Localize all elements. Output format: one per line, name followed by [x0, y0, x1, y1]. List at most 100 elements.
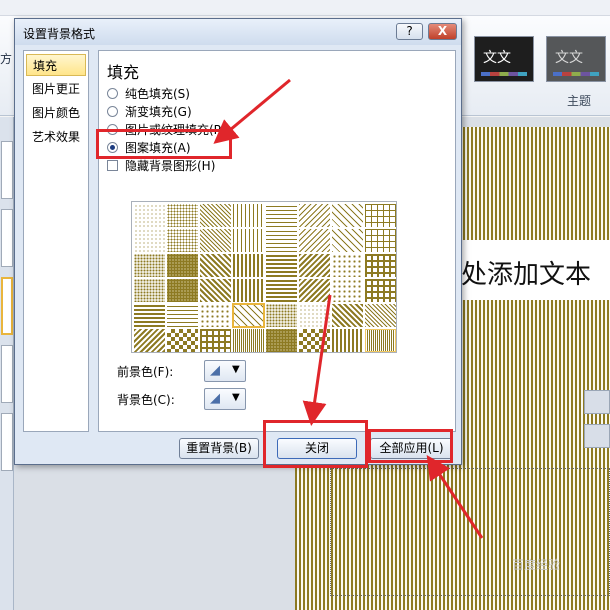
- slide-placeholder-frame[interactable]: [330, 468, 610, 596]
- pattern-swatch[interactable]: [365, 329, 396, 352]
- slide-thumbnail[interactable]: [1, 345, 13, 403]
- pattern-swatch[interactable]: [134, 204, 165, 227]
- pattern-swatch[interactable]: [299, 304, 330, 327]
- pattern-swatch[interactable]: [266, 229, 297, 252]
- pattern-swatch[interactable]: [232, 303, 265, 328]
- hide-background-graphics-option[interactable]: 隐藏背景图形(H): [107, 157, 215, 173]
- option-label: 纯色填充(S): [125, 87, 190, 101]
- help-button[interactable]: ?: [396, 23, 423, 40]
- side-tab[interactable]: [584, 390, 610, 414]
- pattern-swatch[interactable]: [167, 329, 198, 352]
- annotation-box: [96, 129, 232, 159]
- paint-bucket-icon: ◢: [210, 391, 220, 406]
- foreground-color-label: 前景色(F):: [117, 365, 174, 379]
- quick-access-bar: [0, 0, 610, 16]
- pattern-swatch[interactable]: [134, 229, 165, 252]
- pattern-swatch[interactable]: [332, 229, 363, 252]
- pattern-swatch[interactable]: [167, 229, 198, 252]
- pattern-swatch[interactable]: [365, 204, 396, 227]
- section-title: 填充: [107, 63, 140, 82]
- annotation-box: [368, 429, 453, 463]
- slide-thumbnail-panel: [0, 117, 14, 610]
- pattern-swatch[interactable]: [365, 279, 396, 302]
- chevron-down-icon: ▼: [232, 364, 240, 375]
- pattern-swatch[interactable]: [134, 254, 165, 277]
- pattern-swatch[interactable]: [266, 279, 297, 302]
- close-icon[interactable]: X: [428, 23, 457, 40]
- dialog-title: 设置背景格式: [23, 27, 96, 41]
- theme-color-strip: [553, 72, 599, 76]
- theme-color-strip: [481, 72, 527, 76]
- pattern-swatch[interactable]: [299, 329, 330, 352]
- format-background-dialog: 设置背景格式 ? X 填充 图片更正 图片颜色 艺术效果 填充 纯色填充(S) …: [14, 18, 462, 465]
- nav-item-fill[interactable]: 填充: [26, 54, 86, 76]
- pattern-swatch[interactable]: [299, 229, 330, 252]
- pattern-swatch[interactable]: [134, 304, 165, 327]
- pattern-swatch[interactable]: [332, 279, 363, 302]
- pattern-swatch[interactable]: [233, 279, 264, 302]
- pattern-swatch[interactable]: [266, 204, 297, 227]
- paint-bucket-icon: ◢: [210, 363, 220, 378]
- option-label: 隐藏背景图形(H): [125, 159, 216, 173]
- slide-thumbnail[interactable]: [1, 209, 13, 267]
- watermark: 百度经验: [512, 558, 561, 572]
- pattern-swatch[interactable]: [365, 304, 396, 327]
- dialog-nav: 填充 图片更正 图片颜色 艺术效果: [23, 50, 89, 432]
- foreground-color-button[interactable]: ◢ ▼: [204, 360, 246, 382]
- pattern-swatch[interactable]: [167, 304, 198, 327]
- pattern-swatch[interactable]: [266, 254, 297, 277]
- radio-button[interactable]: [107, 88, 118, 99]
- theme-group-label: 主题: [567, 94, 592, 108]
- pattern-swatch[interactable]: [233, 329, 264, 352]
- pattern-swatch[interactable]: [365, 229, 396, 252]
- pattern-swatch[interactable]: [200, 279, 231, 302]
- background-color-button[interactable]: ◢ ▼: [204, 388, 246, 410]
- screenshot-root: 文文 文文 主题 方 处添加文本 设置背景格式 ? X 填充 图片更正 图片颜色: [0, 0, 610, 610]
- dialog-titlebar[interactable]: 设置背景格式 ? X: [15, 19, 461, 45]
- background-color-label: 背景色(C):: [117, 393, 175, 407]
- pattern-swatch[interactable]: [134, 329, 165, 352]
- slide-placeholder-text[interactable]: 处添加文本: [461, 254, 591, 291]
- radio-button[interactable]: [107, 106, 118, 117]
- pattern-swatch[interactable]: [167, 204, 198, 227]
- nav-item-picture-color[interactable]: 图片颜色: [26, 102, 86, 124]
- theme-tile-text: 文文: [483, 50, 511, 66]
- slide-thumbnail[interactable]: [1, 413, 13, 471]
- pattern-swatch[interactable]: [266, 304, 297, 327]
- gradient-fill-option[interactable]: 渐变填充(G): [107, 103, 192, 119]
- pattern-swatch[interactable]: [332, 304, 363, 327]
- pattern-swatch[interactable]: [332, 254, 363, 277]
- pattern-swatch[interactable]: [233, 204, 264, 227]
- pattern-swatch[interactable]: [134, 279, 165, 302]
- slide-thumbnail[interactable]: [1, 141, 13, 199]
- pattern-swatch[interactable]: [299, 254, 330, 277]
- annotation-box: [263, 420, 368, 468]
- nav-item-picture-corrections[interactable]: 图片更正: [26, 78, 86, 100]
- pattern-swatch[interactable]: [200, 254, 231, 277]
- pattern-swatch[interactable]: [365, 254, 396, 277]
- pattern-swatch[interactable]: [332, 204, 363, 227]
- pattern-swatch[interactable]: [299, 204, 330, 227]
- reset-background-button[interactable]: 重置背景(B): [179, 438, 259, 459]
- fill-panel: 填充 纯色填充(S) 渐变填充(G) 图片或纹理填充(P) 图案填充(A) 隐藏…: [98, 50, 456, 432]
- side-tab[interactable]: [584, 424, 610, 448]
- pattern-swatch[interactable]: [233, 254, 264, 277]
- pattern-swatch[interactable]: [233, 229, 264, 252]
- slide-thumbnail-selected[interactable]: [1, 277, 13, 335]
- nav-item-artistic-effects[interactable]: 艺术效果: [26, 126, 86, 148]
- pattern-gallery: [131, 201, 397, 353]
- checkbox[interactable]: [107, 160, 118, 171]
- pattern-swatch[interactable]: [200, 204, 231, 227]
- pattern-swatch[interactable]: [167, 279, 198, 302]
- pattern-swatch[interactable]: [299, 279, 330, 302]
- pattern-swatch[interactable]: [200, 329, 231, 352]
- pattern-swatch[interactable]: [167, 254, 198, 277]
- solid-fill-option[interactable]: 纯色填充(S): [107, 85, 190, 101]
- pattern-swatch[interactable]: [200, 229, 231, 252]
- option-label: 渐变填充(G): [125, 105, 192, 119]
- theme-tile[interactable]: 文文: [546, 36, 606, 82]
- pattern-swatch[interactable]: [266, 329, 297, 352]
- pattern-swatch[interactable]: [200, 304, 231, 327]
- pattern-swatch[interactable]: [332, 329, 363, 352]
- theme-tile[interactable]: 文文: [474, 36, 534, 82]
